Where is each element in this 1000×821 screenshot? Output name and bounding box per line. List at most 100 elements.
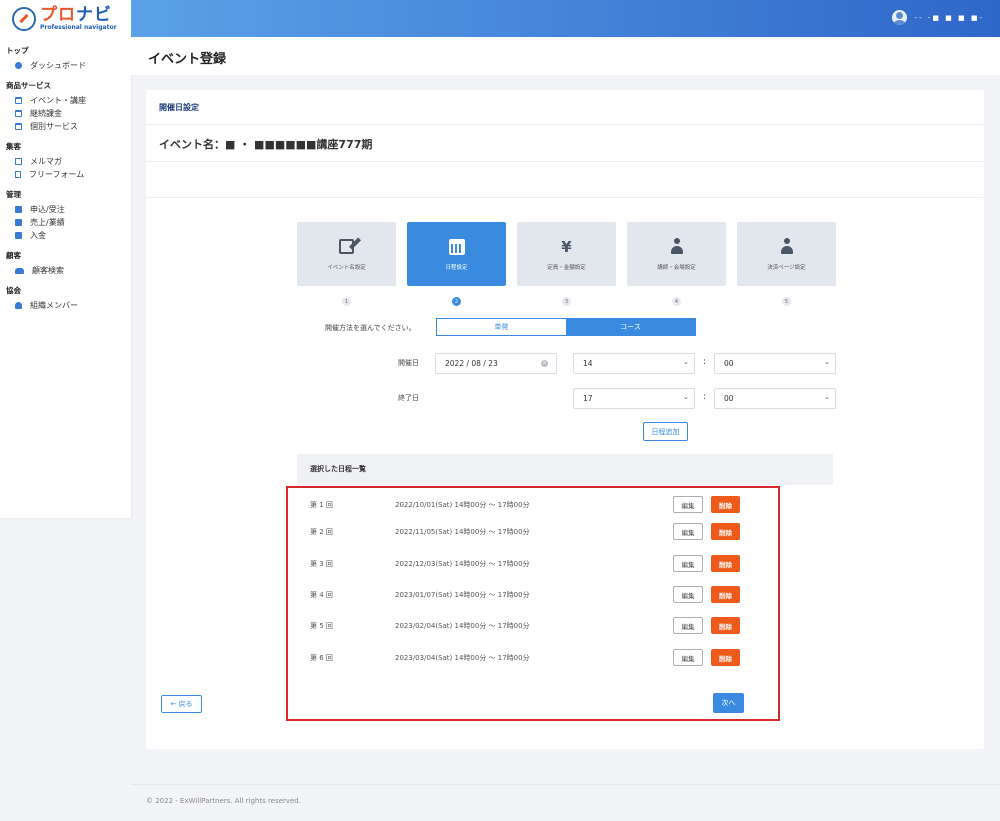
logo-title-part-a: プロ	[40, 5, 76, 25]
avatar[interactable]	[891, 10, 907, 25]
sidebar-item[interactable]: 入金	[0, 229, 131, 242]
session-number: 第 1 回	[310, 500, 333, 509]
back-button[interactable]: ← 戻る	[161, 695, 202, 713]
step-tile[interactable]: 決済ページ設定	[737, 222, 836, 286]
end-hour-select[interactable]: 17 ⌄	[573, 388, 695, 409]
footer: © 2022 - ExWillPartners. All rights rese…	[146, 797, 301, 805]
calendar-icon	[15, 97, 22, 104]
end-date-label: 終了日	[398, 394, 419, 402]
nav-section-heading: 管理	[6, 190, 21, 199]
start-date-input[interactable]: 2022 / 08 / 23 ×	[435, 353, 557, 374]
nav-section: 顧客 顧客検索	[0, 248, 131, 277]
method-option-single[interactable]: 単発	[437, 319, 566, 335]
delete-button[interactable]: 削除	[711, 555, 740, 572]
edit-button[interactable]: 編集	[673, 617, 703, 634]
user-menu[interactable]: -- -■ ■ ■ ■-	[891, 10, 984, 25]
logo-title: プロナビ	[40, 6, 117, 24]
box-icon	[15, 219, 22, 226]
step-tile[interactable]: イベント名設定	[297, 222, 396, 286]
calendar-icon	[448, 238, 466, 256]
sidebar-item[interactable]: イベント・講座	[0, 94, 131, 107]
nav-section: 管理申込/受注 売上/業績 入金	[0, 187, 131, 242]
card-heading: 開催日設定	[146, 90, 984, 125]
end-minute-value: 00	[724, 394, 734, 403]
delete-button[interactable]: 削除	[711, 617, 740, 634]
event-name: イベント名：■ ・ ■■■■■■講座777期	[146, 125, 984, 162]
step-number: 3	[562, 297, 571, 306]
calendar-icon	[15, 110, 22, 117]
edit-button[interactable]: 編集	[673, 523, 703, 540]
clear-icon[interactable]: ×	[541, 360, 548, 367]
logo[interactable]: プロナビ Professional navigator	[0, 0, 131, 37]
sidebar-item[interactable]: 個別サービス	[0, 120, 131, 133]
sidebar-item[interactable]: 申込/受注	[0, 203, 131, 216]
method-toggle[interactable]: 単発 コース	[436, 318, 696, 336]
calendar-icon	[15, 123, 22, 130]
step-number: 4	[672, 297, 681, 306]
add-schedule-button[interactable]: 日程追加	[643, 422, 688, 441]
sidebar-item-label: 組織メンバー	[30, 301, 78, 310]
delete-button[interactable]: 削除	[711, 523, 740, 540]
mail-icon	[15, 158, 22, 165]
box-icon	[15, 232, 22, 239]
edit-button[interactable]: 編集	[673, 649, 703, 666]
start-hour-select[interactable]: 14 ⌄	[573, 353, 695, 374]
start-minute-value: 00	[724, 359, 734, 368]
delete-button[interactable]: 削除	[711, 586, 740, 603]
sidebar-item-label: 継続課金	[30, 109, 62, 118]
sidebar-item[interactable]: ダッシュボード	[0, 59, 131, 72]
dashboard-icon	[15, 62, 22, 69]
step-number: 1	[342, 297, 351, 306]
edit-button[interactable]: 編集	[673, 586, 703, 603]
compass-logo-icon	[12, 6, 36, 31]
start-minute-select[interactable]: 00 ⌄	[714, 353, 836, 374]
sidebar-item[interactable]: 組織メンバー	[0, 299, 131, 312]
end-minute-select[interactable]: 00 ⌄	[714, 388, 836, 409]
step-label: 日程設定	[445, 264, 468, 271]
step-tile[interactable]: 日程設定	[407, 222, 506, 286]
user-name[interactable]: -- -■ ■ ■ ■-	[915, 14, 984, 22]
session-datetime: 2022/12/03(Sat) 14時00分 〜 17時00分	[395, 559, 530, 568]
nav-section: 商品サービスイベント・講座継続課金個別サービス	[0, 78, 131, 133]
step-numbers: 1 2 3 4 5	[297, 297, 836, 306]
sidebar-item[interactable]: フリーフォーム	[0, 168, 131, 181]
delete-button[interactable]: 削除	[711, 496, 740, 513]
next-button[interactable]: 次へ	[713, 693, 744, 713]
session-datetime: 2022/11/05(Sat) 14時00分 〜 17時00分	[395, 527, 530, 536]
session-number: 第 4 回	[310, 590, 333, 599]
session-datetime: 2022/10/01(Sat) 14時00分 〜 17時00分	[395, 500, 530, 509]
schedule-list-heading: 選択した日程一覧	[297, 454, 833, 485]
sidebar-item[interactable]: 顧客検索	[0, 264, 131, 277]
method-label: 開催方法を選んでください。	[325, 324, 416, 332]
nav-section: 協会 組織メンバー	[0, 283, 131, 312]
step-tile[interactable]: 講師・会場設定	[627, 222, 726, 286]
sidebar-item-label: メルマガ	[30, 157, 62, 166]
step-tile[interactable]: ¥ 定員・金額設定	[517, 222, 616, 286]
start-date-label: 開催日	[398, 359, 419, 367]
sidebar-item[interactable]: 売上/業績	[0, 216, 131, 229]
edit-icon	[338, 238, 356, 256]
nav-section: トップ ダッシュボード	[0, 43, 131, 72]
session-number: 第 2 回	[310, 527, 333, 536]
document-icon	[15, 171, 21, 178]
step-label: 講師・会場設定	[657, 264, 696, 271]
sidebar-item[interactable]: メルマガ	[0, 155, 131, 168]
stamp-icon	[778, 237, 796, 256]
user-icon	[15, 302, 22, 309]
nav-section-heading: 商品サービス	[6, 81, 51, 90]
logo-title-part-b: ナビ	[76, 5, 112, 25]
nav-section: 集客 メルマガ フリーフォーム	[0, 139, 131, 181]
sidebar-item-label: 個別サービス	[30, 122, 78, 131]
session-datetime: 2023/03/04(Sat) 14時00分 〜 17時00分	[395, 653, 530, 662]
time-separator: :	[703, 392, 707, 402]
sidebar-item[interactable]: 継続課金	[0, 107, 131, 120]
yen-icon: ¥	[561, 237, 572, 256]
sidebar: プロナビ Professional navigator トップ ダッシュボード商品…	[0, 0, 131, 518]
session-number: 第 5 回	[310, 621, 333, 630]
edit-button[interactable]: 編集	[673, 496, 703, 513]
edit-button[interactable]: 編集	[673, 555, 703, 572]
sidebar-item-label: ダッシュボード	[30, 61, 86, 70]
delete-button[interactable]: 削除	[711, 649, 740, 666]
session-number: 第 6 回	[310, 653, 333, 662]
method-option-course[interactable]: コース	[566, 319, 695, 335]
